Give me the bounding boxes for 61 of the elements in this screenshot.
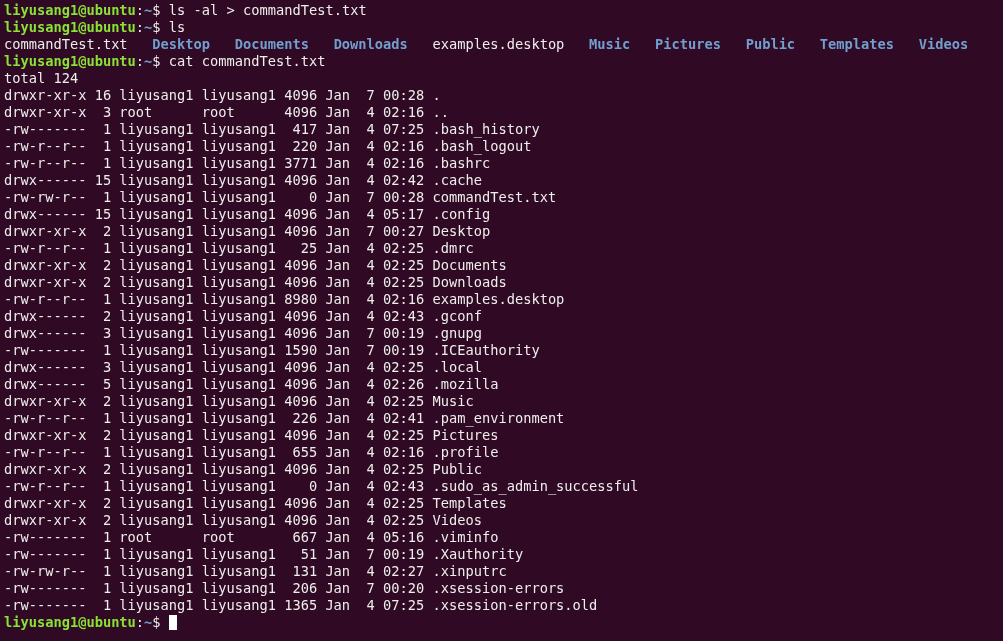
directory-name: Desktop	[152, 36, 210, 53]
prompt-separator: :	[135, 53, 145, 70]
file-name: commandTest.txt	[4, 36, 128, 53]
output-line: drwx------ 3 liyusang1 liyusang1 4096 Jan 4 02:25 .local	[4, 359, 482, 376]
prompt-symbol: $	[152, 19, 161, 36]
directory-name: Documents	[234, 36, 309, 53]
command-text: cat commandTest.txt	[168, 53, 326, 70]
command-text: ls	[168, 19, 186, 36]
output-line: -rw-rw-r-- 1 liyusang1 liyusang1 0 Jan 7 00:28 commandTest.txt	[4, 189, 557, 206]
output-line: -rw------- 1 liyusang1 liyusang1 1590 Jan 7 00:19 .ICEauthority	[4, 342, 540, 359]
output-line: drwx------ 3 liyusang1 liyusang1 4096 Jan 7 00:19 .gnupg	[4, 325, 482, 342]
prompt-user-host: liyusang1@ubuntu	[4, 614, 136, 631]
output-line: drwxr-xr-x 2 liyusang1 liyusang1 4096 Jan 4 02:25 Downloads	[4, 274, 507, 291]
output-line: drwxr-xr-x 2 liyusang1 liyusang1 4096 Jan 7 00:27 Desktop	[4, 223, 491, 240]
prompt-user-host: liyusang1@ubuntu	[4, 2, 136, 19]
output-line: drwxr-xr-x 2 liyusang1 liyusang1 4096 Jan 4 02:25 Documents	[4, 257, 507, 274]
prompt-path: ~	[144, 614, 153, 631]
directory-name: Pictures	[655, 36, 721, 53]
output-line: -rw-r--r-- 1 liyusang1 liyusang1 8980 Jan 4 02:16 examples.desktop	[4, 291, 565, 308]
output-line: -rw-r--r-- 1 liyusang1 liyusang1 220 Jan 4 02:16 .bash_logout	[4, 138, 532, 155]
output-line: -rw-r--r-- 1 liyusang1 liyusang1 655 Jan 4 02:16 .profile	[4, 444, 499, 461]
output-line: drwxr-xr-x 2 liyusang1 liyusang1 4096 Jan 4 02:25 Music	[4, 393, 474, 410]
prompt-path: ~	[144, 2, 153, 19]
directory-name: Music	[589, 36, 631, 53]
output-line: drwxr-xr-x 2 liyusang1 liyusang1 4096 Jan 4 02:25 Pictures	[4, 427, 499, 444]
prompt-separator: :	[135, 2, 145, 19]
output-line: -rw------- 1 liyusang1 liyusang1 206 Jan 7 00:20 .xsession-errors	[4, 580, 565, 597]
output-line: drwxr-xr-x 3 root root 4096 Jan 4 02:16 ..	[4, 104, 449, 121]
output-line: -rw-r--r-- 1 liyusang1 liyusang1 3771 Jan 4 02:16 .bashrc	[4, 155, 491, 172]
prompt-path: ~	[144, 19, 153, 36]
output-line: drwxr-xr-x 2 liyusang1 liyusang1 4096 Jan 4 02:25 Templates	[4, 495, 507, 512]
output-line: drwx------ 2 liyusang1 liyusang1 4096 Jan 4 02:43 .gconf	[4, 308, 482, 325]
output-line: drwx------ 15 liyusang1 liyusang1 4096 Jan 4 02:42 .cache	[4, 172, 482, 189]
prompt-path: ~	[144, 53, 153, 70]
prompt-symbol: $	[152, 2, 161, 19]
output-line: -rw-r--r-- 1 liyusang1 liyusang1 0 Jan 4 02:43 .sudo_as_admin_successful	[4, 478, 639, 495]
output-line: -rw-rw-r-- 1 liyusang1 liyusang1 131 Jan 4 02:27 .xinputrc	[4, 563, 507, 580]
file-name: examples.desktop	[432, 36, 565, 53]
output-line: drwxr-xr-x 2 liyusang1 liyusang1 4096 Jan 4 02:25 Public	[4, 461, 482, 478]
output-line: drwxr-xr-x 16 liyusang1 liyusang1 4096 Jan 7 00:28 .	[4, 87, 441, 104]
output-line: -rw------- 1 root root 667 Jan 4 05:16 .viminfo	[4, 529, 499, 546]
output-line: -rw-r--r-- 1 liyusang1 liyusang1 25 Jan 4 02:25 .dmrc	[4, 240, 474, 257]
output-line: drwx------ 5 liyusang1 liyusang1 4096 Jan 4 02:26 .mozilla	[4, 376, 499, 393]
directory-name: Downloads	[333, 36, 408, 53]
directory-name: Videos	[918, 36, 969, 53]
prompt-separator: :	[135, 614, 145, 631]
output-line: -rw-r--r-- 1 liyusang1 liyusang1 226 Jan 4 02:41 .pam_environment	[4, 410, 565, 427]
prompt-separator: :	[135, 19, 145, 36]
prompt-user-host: liyusang1@ubuntu	[4, 19, 136, 36]
directory-name: Public	[745, 36, 796, 53]
output-line: -rw------- 1 liyusang1 liyusang1 1365 Jan 4 07:25 .xsession-errors.old	[4, 597, 598, 614]
prompt-user-host: liyusang1@ubuntu	[4, 53, 136, 70]
output-line: -rw------- 1 liyusang1 liyusang1 417 Jan 4 07:25 .bash_history	[4, 121, 540, 138]
command-text: ls -al > commandTest.txt	[168, 2, 367, 19]
output-line: -rw------- 1 liyusang1 liyusang1 51 Jan 7 00:19 .Xauthority	[4, 546, 524, 563]
output-line: drwx------ 15 liyusang1 liyusang1 4096 Jan 4 05:17 .config	[4, 206, 491, 223]
prompt-symbol: $	[152, 53, 161, 70]
output-line: drwxr-xr-x 2 liyusang1 liyusang1 4096 Jan 4 02:25 Videos	[4, 512, 482, 529]
prompt-symbol: $	[152, 614, 161, 631]
directory-name: Templates	[819, 36, 894, 53]
output-line: total 124	[4, 70, 79, 87]
